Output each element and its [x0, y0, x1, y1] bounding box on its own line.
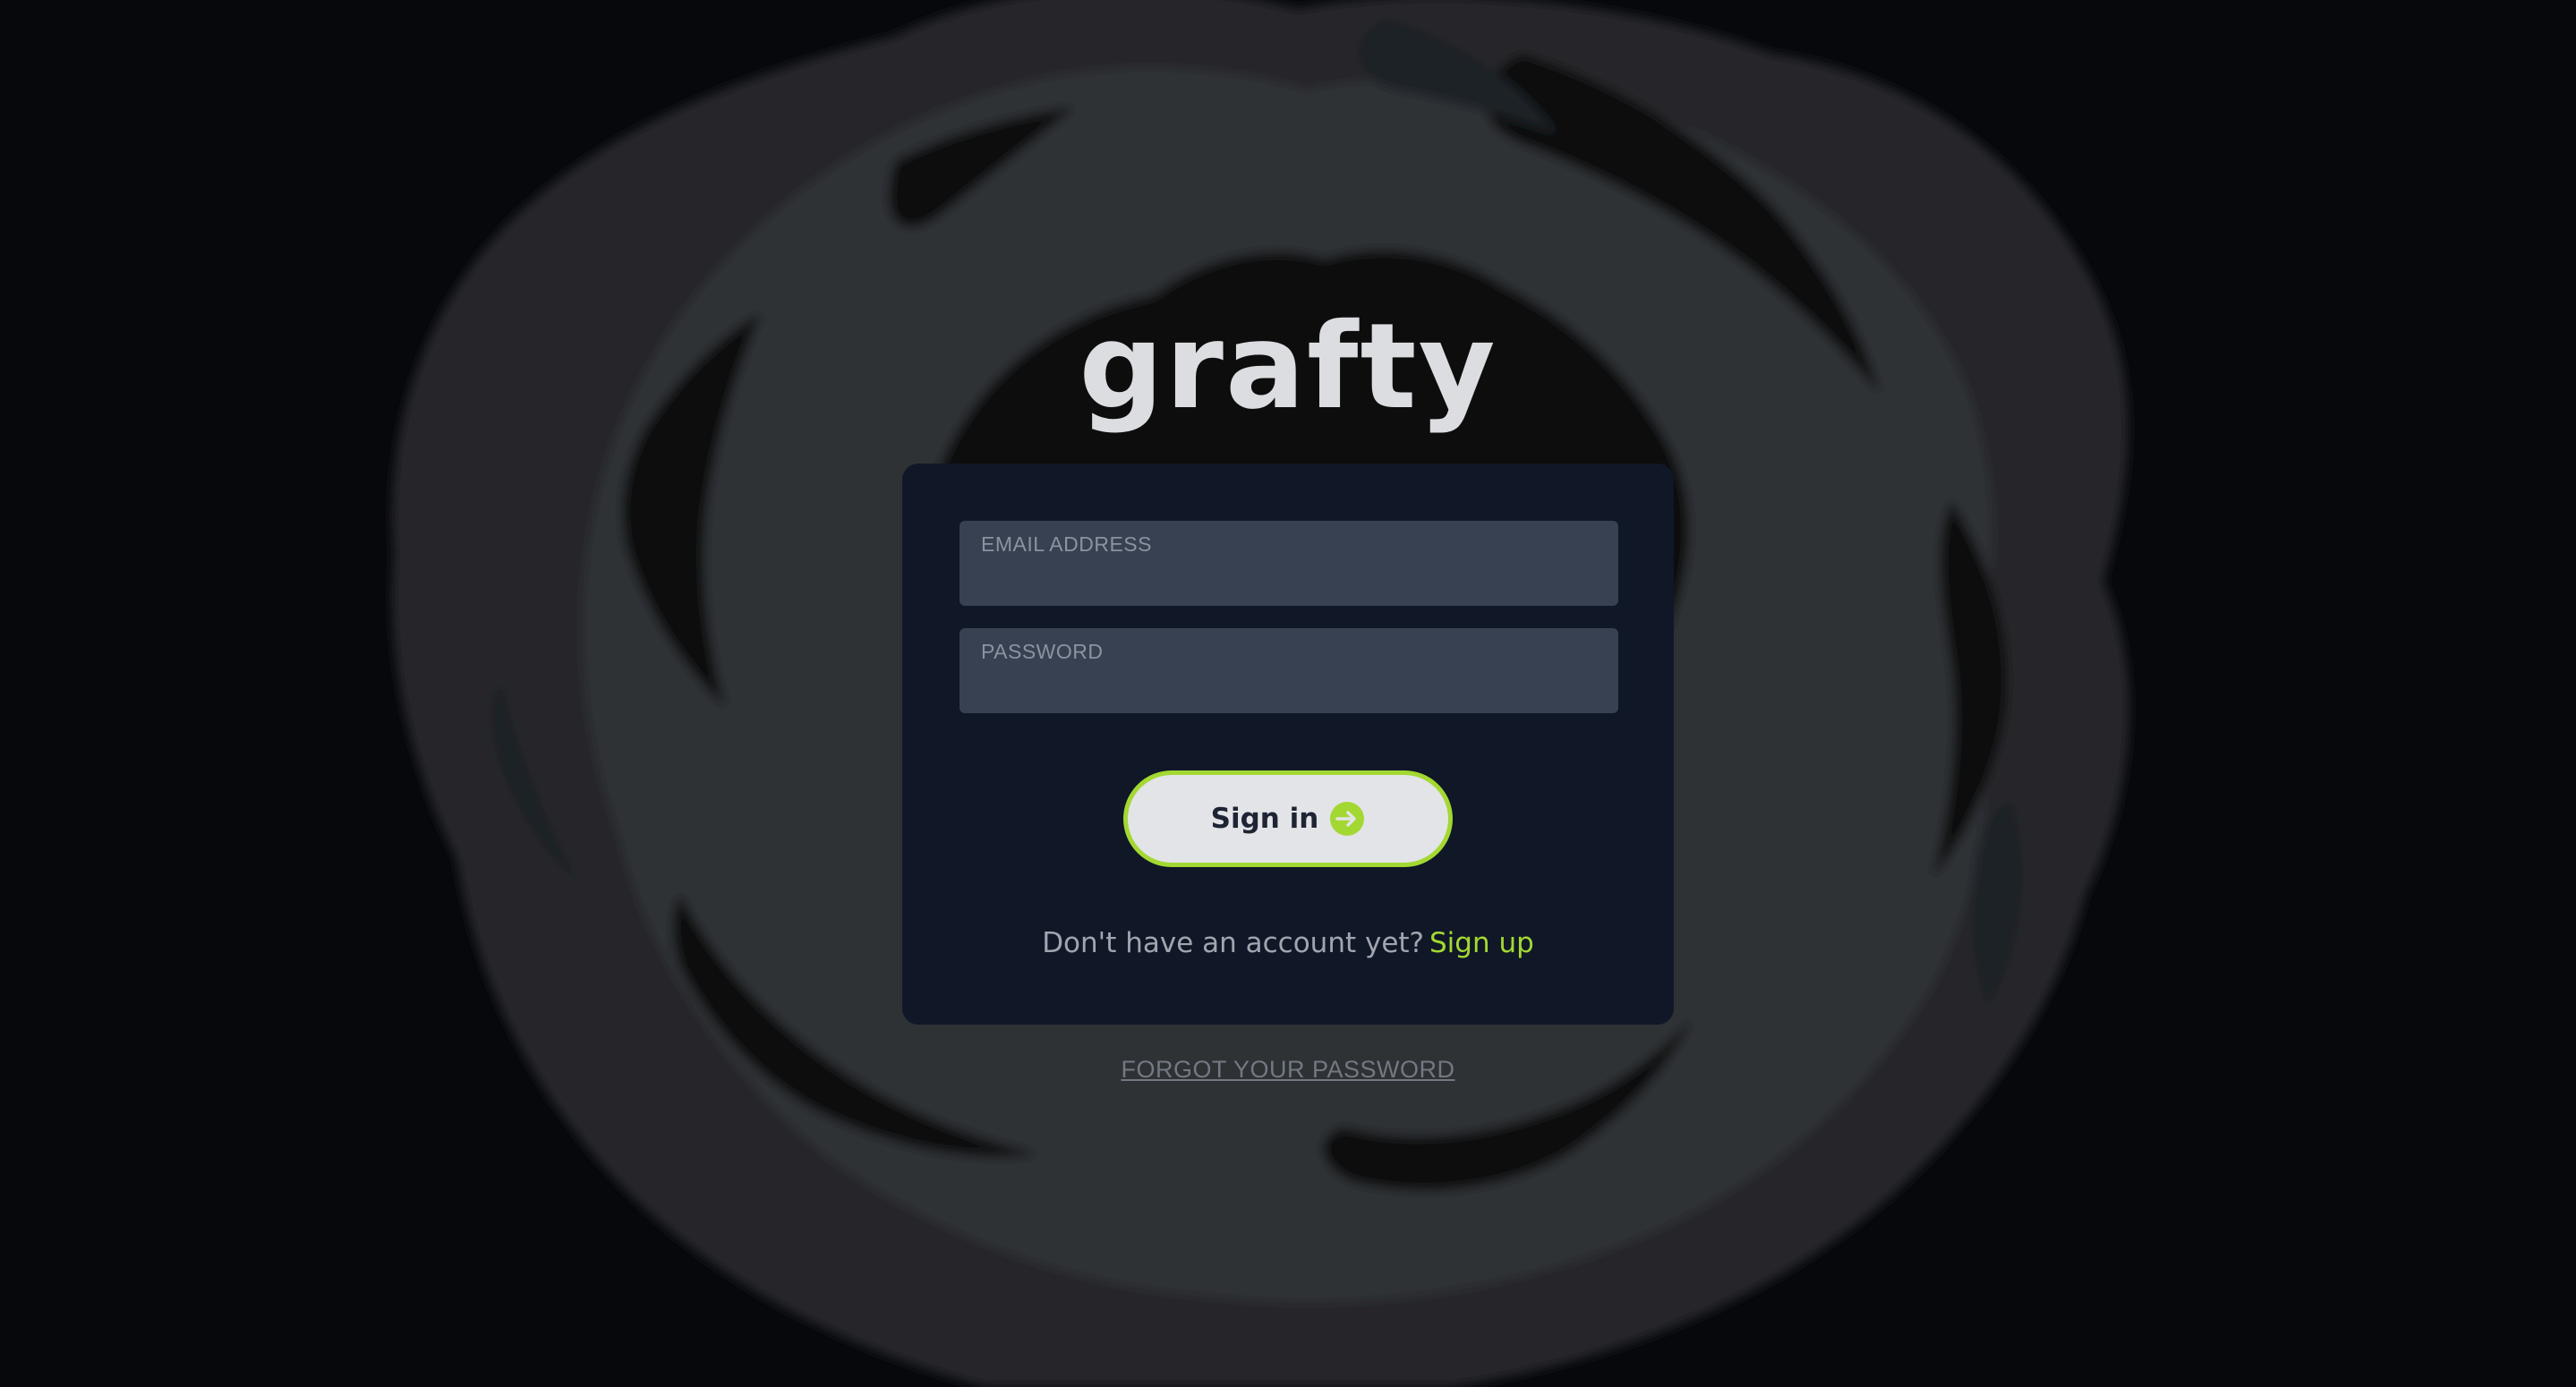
login-page: grafty EMAIL ADDRESS PASSWORD Sign in Do… — [0, 0, 2576, 1387]
password-input[interactable] — [979, 668, 1600, 705]
sign-up-link[interactable]: Sign up — [1429, 927, 1534, 959]
forgot-password-link[interactable]: FORGOT YOUR PASSWORD — [1019, 1056, 1557, 1084]
password-label: PASSWORD — [981, 640, 1104, 663]
sign-in-label: Sign in — [1210, 803, 1319, 835]
signup-prompt-text: Don't have an account yet? — [1042, 927, 1424, 959]
email-input[interactable] — [979, 560, 1600, 598]
sign-in-button[interactable]: Sign in — [1123, 770, 1453, 867]
arrow-right-circle-icon — [1330, 802, 1365, 836]
app-logo: grafty — [1079, 298, 1497, 436]
signup-prompt: Don't have an account yet? Sign up — [902, 927, 1674, 959]
email-field[interactable]: EMAIL ADDRESS — [960, 521, 1618, 606]
login-card: EMAIL ADDRESS PASSWORD Sign in Don't hav… — [902, 464, 1674, 1025]
email-label: EMAIL ADDRESS — [981, 532, 1152, 556]
password-field[interactable]: PASSWORD — [960, 628, 1618, 713]
